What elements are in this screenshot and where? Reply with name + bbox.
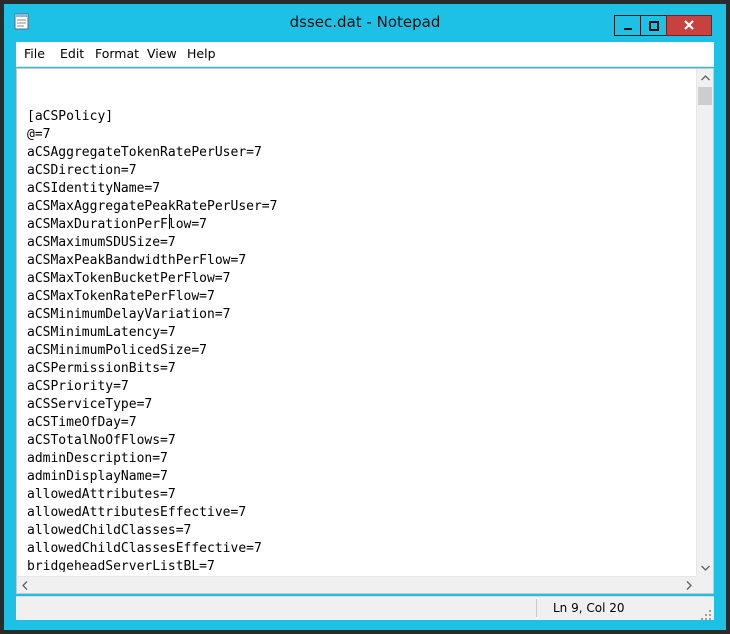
menu-file[interactable]: File xyxy=(24,46,45,61)
close-icon xyxy=(683,16,695,35)
text-line: aCSPriority=7 xyxy=(27,379,129,394)
text-line: adminDescription=7 xyxy=(27,451,168,466)
text-editor[interactable]: [aCSPolicy] @=7 aCSAggregateTokenRatePerUs… xyxy=(16,68,714,594)
close-button[interactable] xyxy=(666,15,712,36)
text-line: aCSMinimumLatency=7 xyxy=(27,325,176,340)
scroll-left-arrow-icon[interactable] xyxy=(17,577,33,594)
text-line: aCSIdentityName=7 xyxy=(27,181,161,196)
text-line: adminDisplayName=7 xyxy=(27,469,168,484)
text-line: allowedAttributesEffective=7 xyxy=(27,505,247,520)
text-line: allowedChildClasses=7 xyxy=(27,523,192,538)
text-caret xyxy=(169,214,170,229)
text-line: aCSServiceType=7 xyxy=(27,397,153,412)
text-line: aCSPermissionBits=7 xyxy=(27,361,176,376)
text-line: @=7 xyxy=(27,127,51,142)
menu-bar: File Edit Format View Help xyxy=(16,42,714,67)
text-line: aCSMaximumSDUSize=7 xyxy=(27,235,176,250)
cursor-position: Ln 9, Col 20 xyxy=(553,601,625,615)
maximize-button[interactable] xyxy=(640,15,667,36)
menu-help[interactable]: Help xyxy=(187,46,216,61)
editor-text[interactable]: [aCSPolicy] @=7 aCSAggregateTokenRatePerUs… xyxy=(27,90,687,572)
menu-view[interactable]: View xyxy=(147,46,177,61)
resize-grip-icon[interactable] xyxy=(700,606,712,620)
text-line: aCSTimeOfDay=7 xyxy=(27,415,137,430)
text-line: aCSMaxTokenRatePerFlow=7 xyxy=(27,289,215,304)
text-line: allowedAttributes=7 xyxy=(27,487,176,502)
status-divider xyxy=(536,599,537,617)
menu-edit[interactable]: Edit xyxy=(60,46,84,61)
scroll-down-arrow-icon[interactable] xyxy=(697,559,713,576)
scrollbar-corner xyxy=(696,576,713,593)
vertical-scrollbar[interactable] xyxy=(696,69,713,576)
status-bar: Ln 9, Col 20 xyxy=(16,596,714,620)
text-line: aCSMaxPeakBandwidthPerFlow=7 xyxy=(27,253,247,268)
text-line: aCSTotalNoOfFlows=7 xyxy=(27,433,176,448)
scroll-up-arrow-icon[interactable] xyxy=(697,69,713,86)
title-bar[interactable]: dssec.dat - Notepad xyxy=(4,4,726,40)
vertical-scroll-thumb[interactable] xyxy=(698,87,712,105)
text-line: aCSAggregateTokenRatePerUser=7 xyxy=(27,145,262,160)
text-line: aCSDirection=7 xyxy=(27,163,137,178)
minimize-icon xyxy=(623,16,633,35)
minimize-button[interactable] xyxy=(614,15,641,36)
text-line: aCSMinimumPolicedSize=7 xyxy=(27,343,208,358)
scroll-right-arrow-icon[interactable] xyxy=(681,577,697,594)
text-line: allowedChildClassesEffective=7 xyxy=(27,541,262,556)
text-line: bridgeheadServerListBL=7 xyxy=(27,559,215,572)
text-line: aCSMaxAggregatePeakRatePerUser=7 xyxy=(27,199,278,214)
text-line: aCSMinimumDelayVariation=7 xyxy=(27,307,231,322)
menu-format[interactable]: Format xyxy=(95,46,139,61)
maximize-icon xyxy=(648,16,659,35)
text-line: aCSMaxTokenBucketPerFlow=7 xyxy=(27,271,231,286)
text-line xyxy=(27,90,687,108)
text-line: [aCSPolicy] xyxy=(27,109,114,124)
notepad-window: dssec.dat - Notepad File Edit Format Vie… xyxy=(4,4,726,630)
horizontal-scrollbar[interactable] xyxy=(17,576,697,593)
text-line: aCSMaxDurationPerFlow=7 xyxy=(27,217,208,232)
